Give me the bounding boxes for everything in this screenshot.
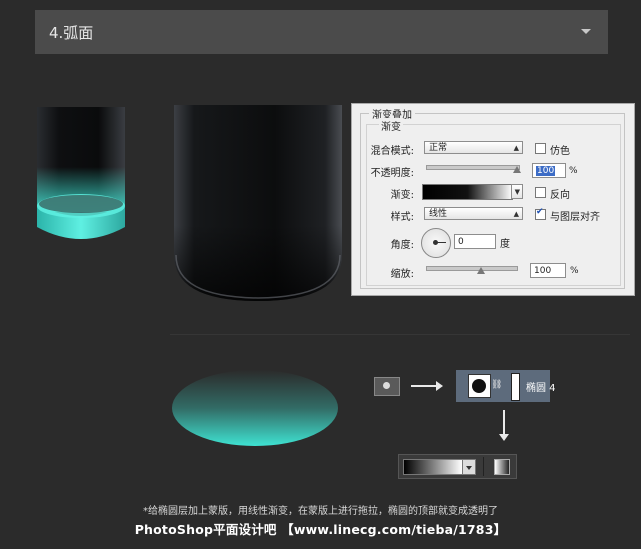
- gradient-tool-options: [398, 454, 517, 479]
- gradient-label: 渐变:: [390, 190, 414, 201]
- add-layer-mask-icon[interactable]: [374, 377, 400, 396]
- layer-name: 椭圆 4: [526, 383, 556, 394]
- blend-mode-select[interactable]: 正常 ▲: [424, 141, 523, 154]
- opacity-input[interactable]: 100: [532, 163, 566, 178]
- section-title: 4.弧面: [49, 24, 94, 42]
- angle-value: 0: [458, 237, 464, 247]
- chevron-down-icon: ▼: [514, 188, 520, 196]
- scale-slider-thumb[interactable]: [477, 267, 485, 274]
- scale-label: 缩放:: [390, 269, 414, 280]
- gradient-picker-swatch[interactable]: [403, 459, 463, 475]
- link-chain-icon[interactable]: ⛓: [491, 380, 502, 390]
- align-with-layer-label: 与图层对齐: [550, 212, 600, 223]
- opacity-label: 不透明度:: [370, 168, 414, 179]
- mask-hole-icon: [383, 382, 390, 389]
- small-bottle-image: [37, 107, 125, 239]
- angle-label: 角度:: [390, 240, 414, 251]
- reverse-label: 反向: [550, 190, 570, 201]
- reverse-checkbox[interactable]: [535, 187, 546, 198]
- gradient-dropdown[interactable]: ▼: [511, 184, 523, 199]
- gradient-swatch[interactable]: [422, 184, 513, 200]
- ellipse-shape-icon: [472, 379, 486, 393]
- opacity-unit: %: [569, 166, 578, 176]
- style-value: 线性: [429, 209, 448, 219]
- caption: *给椭圆层加上蒙版，用线性渐变，在蒙版上进行拖拉，椭圆的顶部就变成透明了: [143, 506, 498, 517]
- updown-arrows-icon: ▲: [513, 210, 519, 218]
- gradient-picker-dropdown[interactable]: [462, 459, 476, 475]
- opacity-slider[interactable]: [426, 165, 520, 170]
- scale-value: 100: [534, 266, 552, 276]
- divider: [170, 334, 630, 335]
- style-label: 样式:: [390, 212, 414, 223]
- style-select[interactable]: 线性 ▲: [424, 207, 523, 220]
- align-with-layer-checkbox[interactable]: [535, 207, 546, 220]
- blend-mode-label: 混合模式:: [370, 146, 414, 157]
- scale-input[interactable]: 100: [530, 263, 566, 278]
- footer-watermark: PhotoShop平面设计吧 【www.linecg.com/tieba/178…: [134, 522, 507, 537]
- large-bottle-image: [174, 105, 342, 301]
- layer-thumbnail: [468, 374, 491, 398]
- scale-unit: %: [570, 266, 579, 276]
- opacity-slider-thumb[interactable]: [513, 166, 521, 173]
- scale-slider[interactable]: [426, 266, 518, 271]
- blend-mode-value: 正常: [429, 143, 448, 153]
- angle-unit: 度: [500, 239, 510, 250]
- layer-mask-thumbnail[interactable]: [511, 373, 520, 401]
- opacity-value: 100: [536, 166, 556, 176]
- dither-checkbox[interactable]: [535, 143, 546, 154]
- masked-ellipse-image: [172, 370, 338, 446]
- arrow-down-icon: [499, 410, 509, 441]
- chevron-down-icon[interactable]: [581, 29, 591, 34]
- gradient-group-title: 渐变: [379, 118, 403, 133]
- arrow-right-icon: [411, 381, 443, 391]
- gradient-overlay-panel: 渐变叠加 渐变 混合模式: 正常 ▲ 仿色 不透明度: 100 % 渐变: ▼ …: [351, 103, 635, 296]
- angle-dial[interactable]: [421, 228, 451, 258]
- section-header[interactable]: 4.弧面: [35, 10, 608, 54]
- linear-gradient-icon[interactable]: [494, 459, 510, 475]
- dial-needle-icon: [435, 242, 446, 243]
- dither-label: 仿色: [550, 146, 570, 157]
- layer-row[interactable]: ⛓ 椭圆 4: [456, 370, 556, 402]
- separator: [483, 457, 484, 476]
- updown-arrows-icon: ▲: [513, 144, 519, 152]
- angle-input[interactable]: 0: [454, 234, 496, 249]
